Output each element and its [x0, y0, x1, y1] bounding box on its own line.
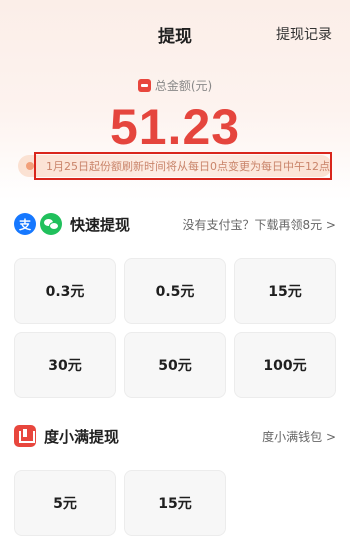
amount-option[interactable]: 50元: [124, 332, 226, 398]
fast-withdraw-header: 支 快速提现 没有支付宝？下载再领8元 >: [14, 209, 336, 239]
duxiaoman-title: 度小满提现: [44, 427, 120, 446]
notice-banner: 1月25日起份额刷新时间将从每日0点变更为每日中午12点: [18, 152, 332, 180]
wechat-icon: [40, 213, 62, 235]
top-bar: 提现 提现记录: [0, 0, 350, 66]
amount-option[interactable]: 15元: [124, 470, 226, 536]
amount-option[interactable]: 5元: [14, 470, 116, 536]
duxiaoman-icon: [14, 425, 36, 447]
notice-text-highlight: 1月25日起份额刷新时间将从每日0点变更为每日中午12点: [34, 152, 332, 180]
total-amount: 51.23: [109, 99, 241, 155]
amount-option[interactable]: 0.3元: [14, 258, 116, 324]
total-amount-label-row: 总金额(元): [0, 77, 350, 94]
amount-option[interactable]: 0.5元: [124, 258, 226, 324]
alipay-icon: 支: [14, 213, 36, 235]
amount-option[interactable]: 30元: [14, 332, 116, 398]
fast-withdraw-options: 0.3元 0.5元 15元 30元 50元 100元: [14, 258, 336, 398]
withdraw-records-link[interactable]: 提现记录: [276, 24, 332, 44]
total-amount-label: 总金额(元): [154, 79, 213, 93]
duxiaoman-header: 度小满提现 度小满钱包 >: [14, 421, 336, 451]
amount-option[interactable]: 100元: [234, 332, 336, 398]
duxiaoman-wallet-link[interactable]: 度小满钱包 >: [262, 428, 336, 445]
wallet-icon: [137, 79, 151, 92]
download-alipay-link[interactable]: 没有支付宝？下载再领8元 >: [182, 216, 336, 233]
amount-option[interactable]: 15元: [234, 258, 336, 324]
duxiaoman-options: 5元 15元: [14, 470, 336, 536]
notice-text: 1月25日起份额刷新时间将从每日0点变更为每日中午12点: [46, 160, 330, 173]
fast-withdraw-title: 快速提现: [70, 215, 131, 234]
notice-icon: [26, 162, 34, 170]
